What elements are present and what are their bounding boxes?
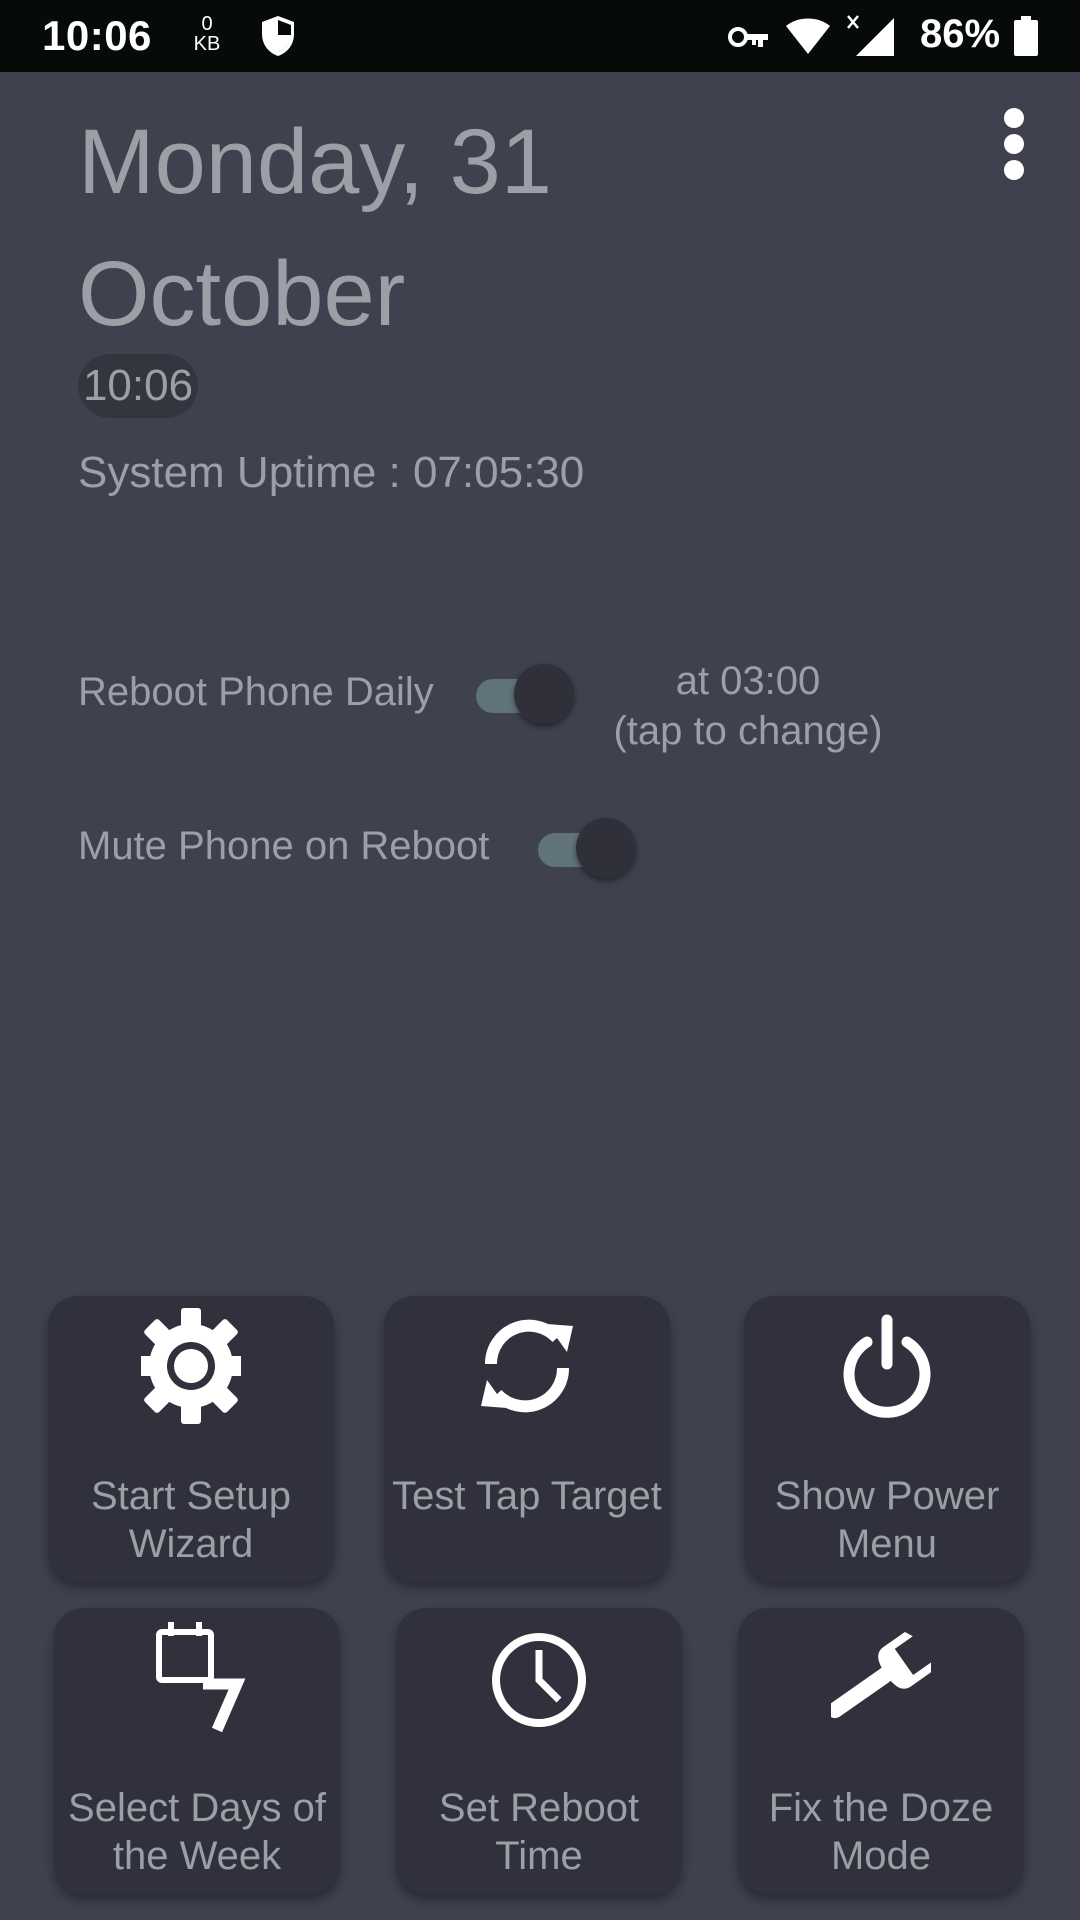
mute-on-reboot-toggle[interactable] bbox=[538, 814, 638, 880]
start-setup-wizard-button[interactable]: Start Setup Wizard bbox=[48, 1296, 334, 1582]
test-tap-target-button[interactable]: Test Tap Target bbox=[384, 1296, 670, 1582]
toggle-thumb bbox=[576, 818, 636, 878]
reboot-daily-label: Reboot Phone Daily bbox=[78, 670, 434, 714]
tile-label: Select Days of the Week bbox=[68, 1786, 326, 1878]
system-uptime: System Uptime : 07:05:30 bbox=[78, 448, 585, 497]
data-speed-value: 0 bbox=[201, 13, 213, 35]
data-speed-indicator: 0 KB bbox=[192, 14, 222, 54]
vpn-key-icon bbox=[728, 27, 768, 47]
reboot-time-selector[interactable]: at 03:00 (tap to change) bbox=[596, 656, 900, 756]
clock-icon bbox=[492, 1633, 586, 1727]
gear-icon bbox=[141, 1308, 241, 1424]
data-speed-unit: KB bbox=[193, 33, 221, 55]
current-time: 10:06 bbox=[78, 354, 198, 418]
status-bar: 10:06 0 KB 86% bbox=[0, 0, 1080, 72]
more-vert-icon[interactable] bbox=[996, 104, 1032, 184]
tile-label: Set Reboot Time bbox=[438, 1786, 640, 1878]
battery-icon bbox=[1014, 16, 1038, 56]
refresh-icon bbox=[481, 1319, 573, 1413]
tile-label: Test Tap Target bbox=[392, 1474, 662, 1518]
calendar-7-icon bbox=[156, 1622, 246, 1733]
tile-label: Start Setup Wizard bbox=[90, 1474, 292, 1566]
fix-doze-mode-button[interactable]: Fix the Doze Mode bbox=[738, 1608, 1024, 1894]
power-icon bbox=[843, 1314, 931, 1418]
mute-on-reboot-label: Mute Phone on Reboot bbox=[78, 824, 490, 868]
wifi-icon bbox=[786, 18, 830, 54]
tile-label: Show Power Menu bbox=[774, 1474, 1000, 1566]
select-days-button[interactable]: Select Days of the Week bbox=[54, 1608, 340, 1894]
battery-percent: 86% bbox=[920, 12, 1001, 56]
date-day: Monday, 31 bbox=[78, 111, 552, 213]
reboot-time-hint: (tap to change) bbox=[613, 709, 883, 753]
signal-icon bbox=[847, 15, 894, 56]
status-time: 10:06 bbox=[42, 12, 152, 59]
reboot-time-value: at 03:00 bbox=[675, 659, 821, 703]
shield-icon bbox=[262, 16, 294, 56]
tile-label: Fix the Doze Mode bbox=[768, 1786, 994, 1878]
date-month: October bbox=[78, 243, 406, 345]
wrench-icon bbox=[831, 1631, 931, 1719]
toggle-thumb bbox=[514, 664, 574, 724]
reboot-daily-toggle[interactable] bbox=[476, 660, 576, 726]
show-power-menu-button[interactable]: Show Power Menu bbox=[744, 1296, 1030, 1582]
set-reboot-time-button[interactable]: Set Reboot Time bbox=[396, 1608, 682, 1894]
